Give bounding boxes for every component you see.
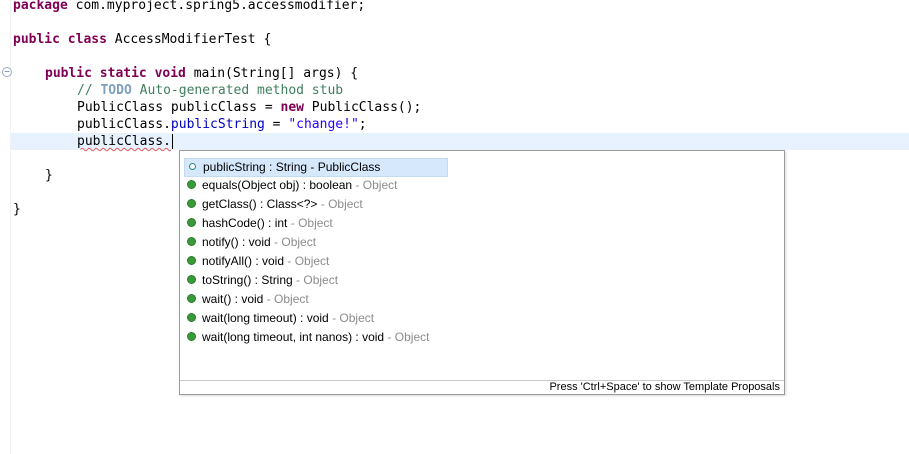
proposal-separator: - <box>270 235 282 249</box>
proposal-owner-name: Object <box>294 254 330 268</box>
proposal-owner-name: Object <box>274 292 309 306</box>
public-method-icon <box>187 275 196 285</box>
proposal-owner: - Object <box>329 311 374 325</box>
proposal-item[interactable]: toString() : String - Object <box>186 271 338 290</box>
keyword: public class <box>13 32 107 47</box>
proposal-separator: - <box>263 292 275 306</box>
proposal-name: hashCode() : int <box>202 216 288 230</box>
code-line-close-method: } <box>45 167 53 184</box>
code-line-package: package com.myproject.spring5.accessmodi… <box>13 0 365 14</box>
proposal-item[interactable]: hashCode() : int - Object <box>186 214 333 233</box>
proposal-owner: - Object <box>284 254 329 268</box>
proposal-name: wait(long timeout) : void <box>202 311 329 325</box>
proposal-owner: - PublicClass <box>307 160 380 174</box>
code-text: } <box>45 168 53 183</box>
proposal-owner-name: Object <box>303 273 339 287</box>
keyword: public static void <box>45 66 186 81</box>
proposal-item[interactable]: wait(long timeout, int nanos) : void - O… <box>186 328 429 347</box>
proposal-name: equals(Object obj) : boolean <box>202 178 353 192</box>
proposal-owner: - Object <box>293 273 338 287</box>
public-method-icon <box>187 313 196 323</box>
proposal-separator: - <box>328 311 340 325</box>
code-text: com.myproject.spring5.accessmodifier; <box>67 0 366 13</box>
proposal-separator: - <box>384 330 395 344</box>
public-method-icon <box>187 199 196 209</box>
code-text: main(String[] args) { <box>185 66 359 81</box>
string-literal: "change!" <box>288 117 359 132</box>
comment-text: // <box>77 83 101 98</box>
public-method-icon <box>187 256 196 266</box>
proposal-name: wait(long timeout, int nanos) : void <box>202 330 385 344</box>
proposal-owner-name: PublicClass <box>317 160 381 174</box>
code-line-comment: // TODO Auto-generated method stub <box>77 82 343 99</box>
public-field-icon <box>189 163 196 171</box>
proposal-owner: - Object <box>271 235 316 249</box>
code-text: AccessModifierTest { <box>106 32 272 47</box>
proposal-separator: - <box>307 160 318 174</box>
code-line-assignment: publicClass.publicString = "change!"; <box>77 116 367 133</box>
public-method-icon <box>187 332 196 342</box>
comment-text: Auto-generated method stub <box>131 83 344 98</box>
fold-toggle-icon[interactable]: − <box>2 67 12 77</box>
proposal-separator: - <box>284 254 295 268</box>
proposal-item[interactable]: notify() : void - Object <box>186 233 316 252</box>
proposal-separator: - <box>317 197 329 211</box>
code-line-close-class: } <box>13 201 21 218</box>
proposal-owner-name: Object <box>339 311 375 325</box>
code-text: PublicClass publicClass = <box>77 100 281 115</box>
proposal-owner: - Object <box>384 330 429 344</box>
code-line-main: public static void main(String[] args) { <box>45 65 358 82</box>
error-text: publicClass. <box>77 134 171 149</box>
proposal-owner: - Object <box>263 292 309 306</box>
code-text: = <box>264 117 289 132</box>
public-method-icon <box>187 218 196 228</box>
proposal-owner-name: Object <box>328 197 363 211</box>
proposal-owner-name: Object <box>281 235 317 249</box>
keyword: package <box>13 0 68 13</box>
proposal-name: notifyAll() : void <box>202 254 285 268</box>
proposal-separator: - <box>292 273 304 287</box>
proposal-list[interactable]: publicString : String - PublicClass equal… <box>180 151 784 381</box>
proposal-owner-name: Object <box>298 216 333 230</box>
code-text: PublicClass(); <box>303 100 422 115</box>
public-method-icon <box>187 237 196 247</box>
proposal-item[interactable]: getClass() : Class<?> - Object <box>186 195 363 214</box>
proposal-separator: - <box>287 216 299 230</box>
public-method-icon <box>187 294 196 304</box>
proposal-item[interactable]: wait() : void - Object <box>186 290 309 309</box>
proposal-name: getClass() : Class<?> <box>202 197 318 211</box>
proposal-separator: - <box>352 178 363 192</box>
keyword: new <box>280 100 304 115</box>
content-assist-popup[interactable]: publicString : String - PublicClass equal… <box>179 150 785 395</box>
proposal-owner-name: Object <box>362 178 398 192</box>
proposal-item[interactable]: notifyAll() : void - Object <box>186 252 329 271</box>
text-caret <box>171 134 173 149</box>
proposal-owner-name: Object <box>394 330 430 344</box>
code-text: ; <box>358 117 367 132</box>
code-text: publicClass. <box>77 117 171 132</box>
code-line-class: public class AccessModifierTest { <box>13 31 271 48</box>
todo-tag: TODO <box>100 83 132 98</box>
proposal-owner: - Object <box>287 216 333 230</box>
code-line-declaration: PublicClass publicClass = new PublicClas… <box>77 99 421 116</box>
public-method-icon <box>187 180 196 190</box>
proposal-name: notify() : void <box>202 235 271 249</box>
code-text: } <box>13 202 21 217</box>
proposal-owner: - Object <box>317 197 363 211</box>
proposal-item[interactable]: equals(Object obj) : boolean - Object <box>186 176 397 195</box>
proposal-item[interactable]: wait(long timeout) : void - Object <box>186 309 374 328</box>
proposal-item[interactable]: publicString : String - PublicClass <box>184 158 448 177</box>
code-line-current[interactable]: publicClass. <box>77 133 173 150</box>
proposal-name: wait() : void <box>202 292 264 306</box>
field-reference: publicString <box>170 117 265 132</box>
template-proposals-hint: Press 'Ctrl+Space' to show Template Prop… <box>549 381 780 393</box>
proposal-name: publicString : String <box>203 160 308 174</box>
proposal-name: toString() : String <box>202 273 293 287</box>
proposal-owner: - Object <box>352 178 397 192</box>
